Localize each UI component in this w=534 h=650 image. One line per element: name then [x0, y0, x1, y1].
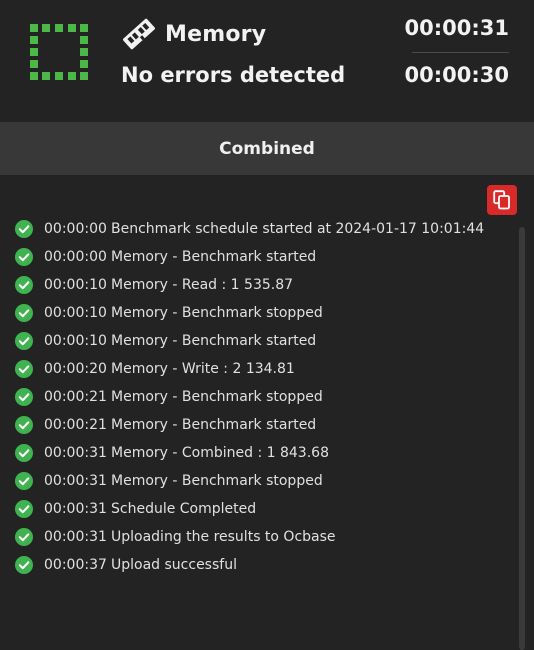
log-entry-message: Uploading the results to Ocbase	[111, 529, 336, 545]
tab-label: Combined	[219, 138, 315, 159]
component-title: Memory	[165, 21, 267, 47]
log-entry: 00:00:10 Memory - Benchmark started	[15, 327, 510, 355]
log-entry: 00:00:37 Upload successful	[15, 551, 510, 579]
log-scrollbar[interactable]	[519, 227, 525, 650]
success-check-icon	[15, 472, 33, 490]
log-entry-time: 00:00:31	[44, 445, 107, 461]
log-entry-time: 00:00:31	[44, 529, 107, 545]
log-entry-time: 00:00:00	[44, 221, 107, 237]
log-entry: 00:00:10 Memory - Benchmark stopped	[15, 299, 510, 327]
log-entry-message: Upload successful	[111, 557, 237, 573]
test-header: Memory No errors detected 00:00:31 00:00…	[0, 0, 534, 122]
time-divider	[412, 52, 509, 53]
success-check-icon	[15, 332, 33, 350]
title-row: Memory	[121, 14, 266, 54]
log-entry: 00:00:20 Memory - Write : 2 134.81	[15, 355, 510, 383]
log-entry-time: 00:00:37	[44, 557, 107, 573]
log-entry: 00:00:10 Memory - Read : 1 535.87	[15, 271, 510, 299]
log-entry: 00:00:21 Memory - Benchmark started	[15, 411, 510, 439]
log-entry-message: Memory - Benchmark stopped	[111, 389, 323, 405]
log-entry-time: 00:00:10	[44, 277, 107, 293]
status-message: No errors detected	[121, 63, 346, 87]
log-entry-message: Memory - Benchmark started	[111, 417, 317, 433]
log-list: 00:00:00 Benchmark schedule started at 20…	[15, 215, 510, 579]
log-entry-message: Schedule Completed	[111, 501, 257, 517]
log-entry-time: 00:00:31	[44, 501, 107, 517]
log-entry-message: Memory - Combined : 1 843.68	[111, 445, 329, 461]
log-entry-time: 00:00:21	[44, 389, 107, 405]
log-entry: 00:00:00 Memory - Benchmark started	[15, 243, 510, 271]
success-check-icon	[15, 444, 33, 462]
log-entry: 00:00:31 Memory - Benchmark stopped	[15, 467, 510, 495]
copy-icon	[493, 190, 510, 210]
success-check-icon	[15, 388, 33, 406]
success-check-icon	[15, 360, 33, 378]
success-check-icon	[15, 528, 33, 546]
log-entry-message: Memory - Read : 1 535.87	[111, 277, 294, 293]
elapsed-time-secondary: 00:00:30	[404, 63, 509, 87]
log-entry-message: Memory - Benchmark stopped	[111, 473, 323, 489]
success-check-icon	[15, 556, 33, 574]
success-check-icon	[15, 248, 33, 266]
log-entry-time: 00:00:31	[44, 473, 107, 489]
log-entry-time: 00:00:20	[44, 361, 107, 377]
elapsed-time-primary: 00:00:31	[404, 16, 509, 40]
log-entry: 00:00:31 Schedule Completed	[15, 495, 510, 523]
log-entry-time: 00:00:10	[44, 333, 107, 349]
log-entry-time: 00:00:21	[44, 417, 107, 433]
memory-stick-icon	[123, 18, 155, 50]
log-panel: 00:00:00 Benchmark schedule started at 20…	[0, 175, 534, 650]
log-entry-time: 00:00:00	[44, 249, 107, 265]
copy-log-button[interactable]	[487, 185, 517, 215]
success-check-icon	[15, 304, 33, 322]
log-entry: 00:00:21 Memory - Benchmark stopped	[15, 383, 510, 411]
log-entry-message: Memory - Benchmark started	[111, 249, 317, 265]
success-check-icon	[15, 416, 33, 434]
log-entry-message: Benchmark schedule started at 2024-01-17…	[111, 221, 485, 237]
log-entry-message: Memory - Benchmark stopped	[111, 305, 323, 321]
log-entry-message: Memory - Write : 2 134.81	[111, 361, 295, 377]
tab-combined[interactable]: Combined	[0, 122, 534, 175]
status-grid-icon	[30, 24, 88, 80]
log-entry: 00:00:31 Memory - Combined : 1 843.68	[15, 439, 510, 467]
log-entry: 00:00:00 Benchmark schedule started at 20…	[15, 215, 510, 243]
success-check-icon	[15, 500, 33, 518]
log-entry-time: 00:00:10	[44, 305, 107, 321]
success-check-icon	[15, 220, 33, 238]
log-entry: 00:00:31 Uploading the results to Ocbase	[15, 523, 510, 551]
success-check-icon	[15, 276, 33, 294]
log-entry-message: Memory - Benchmark started	[111, 333, 317, 349]
